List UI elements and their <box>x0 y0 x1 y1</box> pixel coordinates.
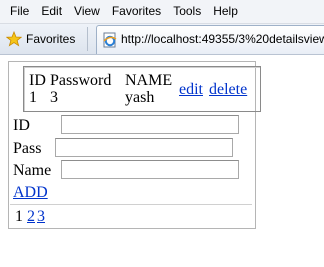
id-input[interactable] <box>61 115 239 134</box>
tab-title: http://localhost:49355/3%20detailsview <box>121 32 324 46</box>
pager-current-page: 1 <box>15 208 23 225</box>
menu-view[interactable]: View <box>68 0 106 23</box>
star-icon <box>6 31 22 47</box>
favorites-bar: Favorites http://localhost:49355/3%20det… <box>0 24 324 55</box>
pager: 1 2 3 <box>10 204 252 227</box>
menu-file[interactable]: File <box>0 0 35 23</box>
grid-cell-id: 1 <box>29 89 37 106</box>
menu-bar: File Edit View Favorites Tools Help <box>0 0 324 24</box>
menu-help[interactable]: Help <box>207 0 244 23</box>
menu-edit[interactable]: Edit <box>35 0 68 23</box>
favorites-label: Favorites <box>26 32 76 46</box>
add-link[interactable]: ADD <box>13 184 48 201</box>
grid-header-id: ID <box>29 72 46 89</box>
grid-header-name: NAME <box>125 72 173 89</box>
page-content: ID Password NAME 1 3 yash edit delete ID… <box>8 61 261 229</box>
delete-link[interactable]: delete <box>209 81 247 98</box>
browser-tab[interactable]: http://localhost:49355/3%20detailsview <box>96 25 324 54</box>
grid-cell-password: 3 <box>50 89 58 106</box>
name-input[interactable] <box>61 160 239 179</box>
grid-header-password: Password <box>50 72 112 89</box>
grid-cell-name: yash <box>125 89 155 106</box>
grid-view: ID Password NAME 1 3 yash edit delete <box>23 66 261 112</box>
pass-label: Pass <box>13 140 42 157</box>
ie-page-icon <box>103 32 117 48</box>
pager-page-2[interactable]: 2 <box>27 208 35 225</box>
toolbar-divider <box>87 27 88 51</box>
menu-favorites[interactable]: Favorites <box>106 0 167 23</box>
name-label: Name <box>13 162 52 179</box>
pager-page-3[interactable]: 3 <box>37 208 45 225</box>
edit-link[interactable]: edit <box>179 81 203 98</box>
menu-tools[interactable]: Tools <box>167 0 207 23</box>
favorites-button[interactable]: Favorites <box>6 28 75 50</box>
pass-input[interactable] <box>55 138 233 157</box>
id-label: ID <box>13 117 30 134</box>
